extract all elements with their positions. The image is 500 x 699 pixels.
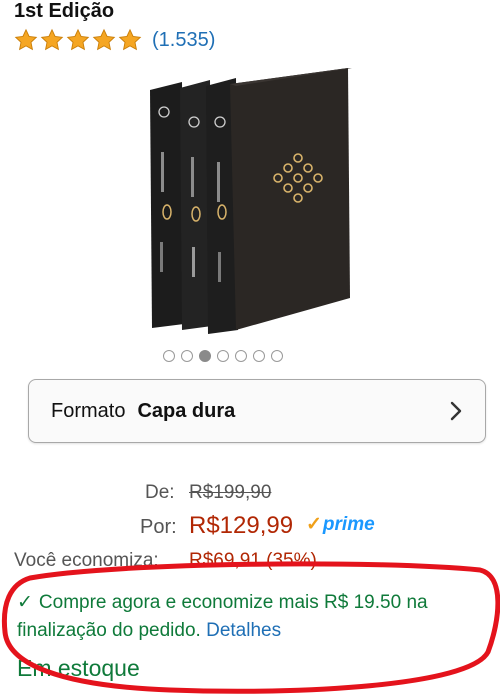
carousel-dot-active[interactable] — [199, 350, 211, 362]
format-selector[interactable]: Formato Capa dura — [28, 379, 486, 443]
product-image[interactable] — [140, 62, 370, 342]
box-set-book-image — [150, 68, 352, 334]
carousel-dot[interactable] — [271, 350, 283, 362]
prime-badge: ✓prime — [306, 513, 375, 536]
check-icon: ✓ — [17, 592, 33, 613]
list-price-label: De: — [145, 482, 175, 503]
rating[interactable]: (1.535) — [14, 27, 215, 53]
carousel-dot[interactable] — [181, 350, 193, 362]
star-icon — [66, 28, 90, 52]
price-label: Por: — [140, 516, 177, 538]
format-label: Formato — [51, 399, 126, 422]
edition-label: 1st Edição — [14, 0, 115, 22]
prime-check-icon: ✓ — [306, 514, 322, 535]
stock-status: Em estoque — [17, 655, 140, 681]
star-icon — [118, 28, 142, 52]
box-front — [230, 68, 350, 330]
savings-value: R$69,91 (35%) — [189, 550, 317, 571]
promo-message: ✓ Compre agora e economize mais R$ 19.50 … — [17, 589, 487, 645]
list-price: R$199,90 — [189, 482, 272, 503]
star-icon — [14, 28, 38, 52]
carousel-dot[interactable] — [235, 350, 247, 362]
rating-count-link[interactable]: (1.535) — [152, 29, 215, 52]
savings-label: Você economiza: — [14, 550, 159, 571]
current-price: R$129,99 — [189, 512, 294, 539]
carousel-dot[interactable] — [217, 350, 229, 362]
carousel-dot[interactable] — [253, 350, 265, 362]
promo-details-link[interactable]: Detalhes — [206, 620, 281, 641]
prime-label: prime — [322, 514, 375, 535]
image-carousel-dots[interactable] — [163, 350, 283, 362]
carousel-dot[interactable] — [163, 350, 175, 362]
format-value: Capa dura — [137, 399, 236, 422]
star-icon — [40, 28, 64, 52]
chevron-right-icon — [450, 401, 462, 421]
star-icon — [92, 28, 116, 52]
